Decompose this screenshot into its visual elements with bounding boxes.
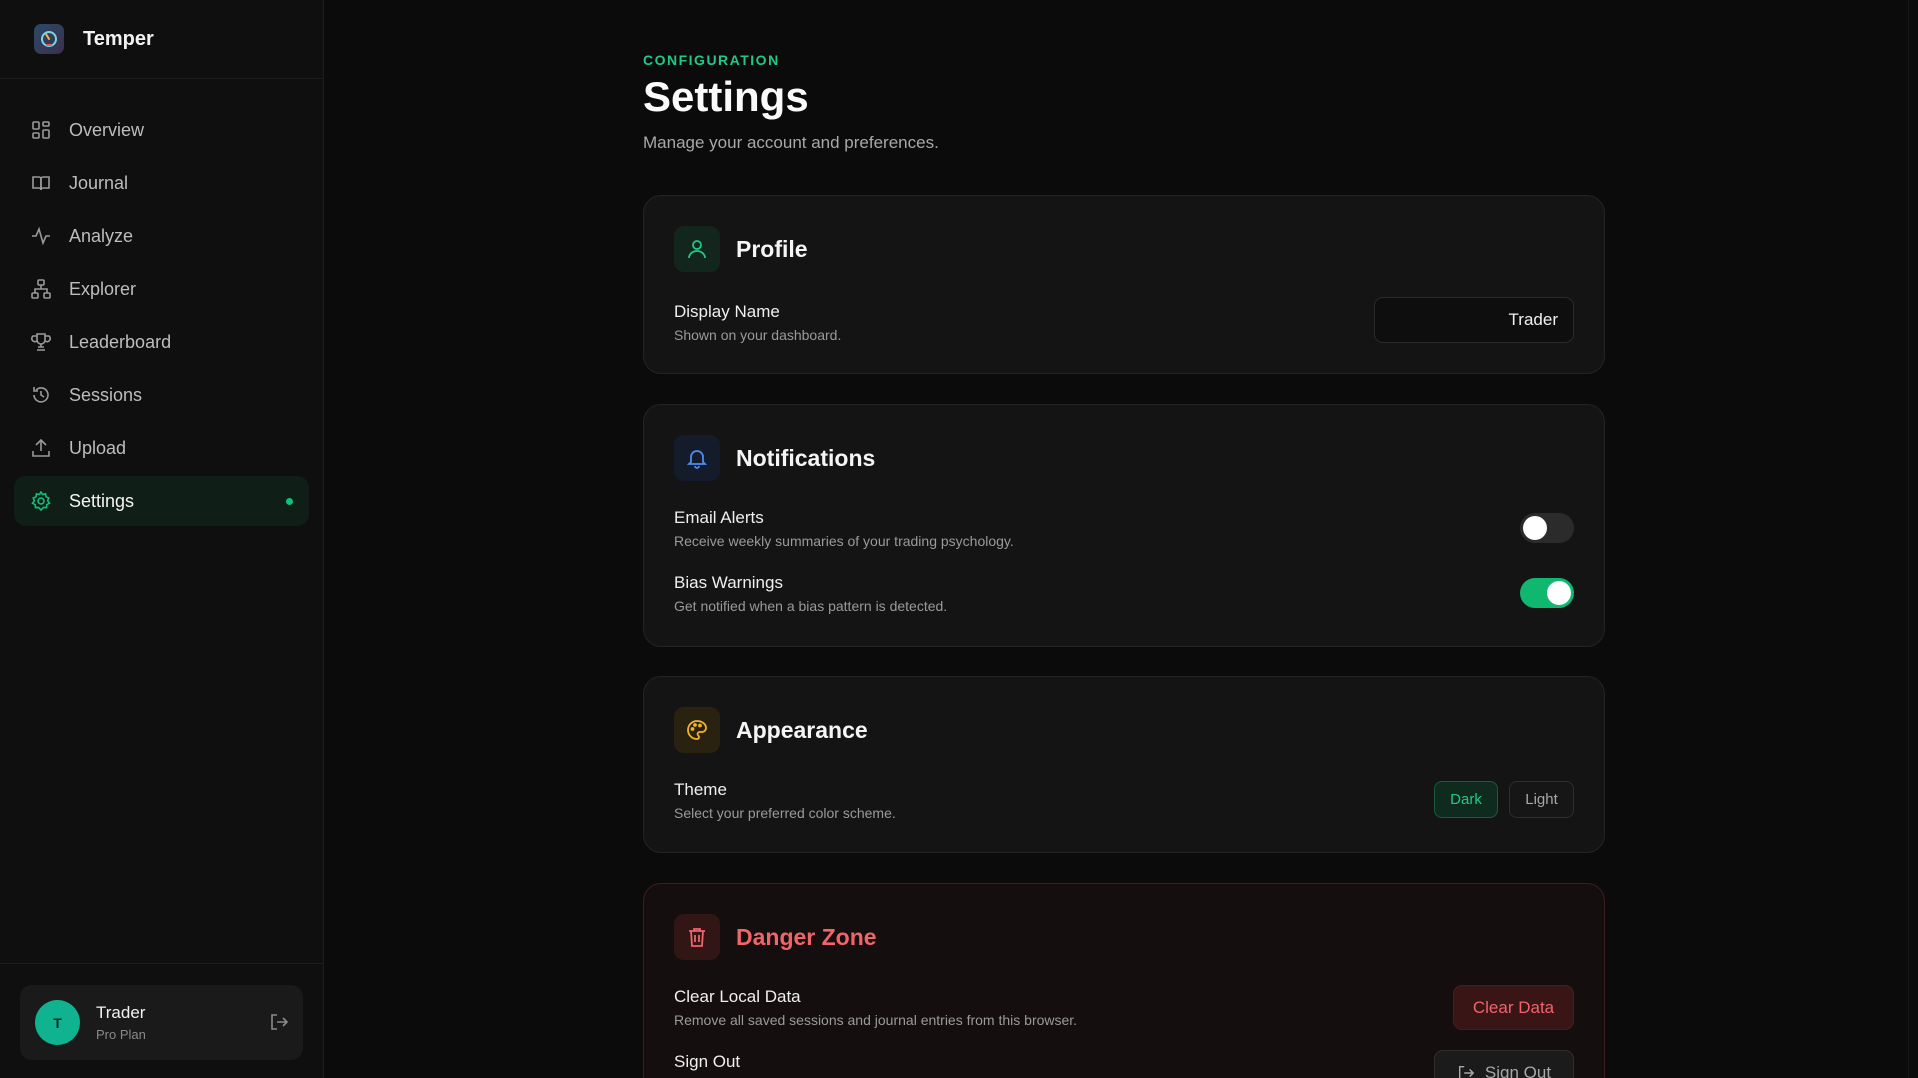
toggle-knob [1547, 581, 1571, 605]
bell-icon [674, 435, 720, 481]
user-card[interactable]: T Trader Pro Plan [20, 985, 303, 1060]
upload-icon [30, 437, 52, 459]
trash-icon [674, 914, 720, 960]
appearance-card: Appearance Theme Select your preferred c… [643, 676, 1605, 853]
danger-zone-card: Danger Zone Clear Local Data Remove all … [643, 883, 1605, 1078]
user-icon [674, 226, 720, 272]
sidebar-item-upload[interactable]: Upload [14, 423, 309, 473]
page-title: Settings [643, 73, 809, 120]
sidebar-nav: Overview Journal Analyze Explorer Leader… [0, 79, 323, 526]
sidebar-item-explorer[interactable]: Explorer [14, 264, 309, 314]
clear-data-button[interactable]: Clear Data [1453, 985, 1574, 1030]
gear-icon [30, 490, 52, 512]
email-alerts-desc: Receive weekly summaries of your trading… [674, 533, 1014, 549]
clear-data-row: Clear Local Data Remove all saved sessio… [674, 987, 1574, 1028]
sidebar-item-label: Journal [69, 172, 129, 193]
sidebar-item-journal[interactable]: Journal [14, 158, 309, 208]
toggle-knob [1523, 516, 1547, 540]
notifications-title: Notifications [736, 444, 876, 471]
sidebar-footer: T Trader Pro Plan [0, 963, 323, 1078]
temper-logo-icon [34, 24, 64, 54]
sidebar-item-label: Sessions [69, 384, 143, 405]
sidebar: Temper Overview Journal Analyze Explorer… [0, 0, 324, 1078]
clear-data-desc: Remove all saved sessions and journal en… [674, 1012, 1078, 1028]
user-plan: Pro Plan [96, 1027, 146, 1042]
display-name-input[interactable] [1374, 297, 1574, 343]
sidebar-item-label: Explorer [69, 278, 137, 299]
sidebar-item-leaderboard[interactable]: Leaderboard [14, 317, 309, 367]
sidebar-item-analyze[interactable]: Analyze [14, 211, 309, 261]
book-icon [30, 172, 52, 194]
avatar: T [35, 1000, 80, 1045]
bias-warnings-row: Bias Warnings Get notified when a bias p… [674, 573, 1574, 614]
scrollbar[interactable] [1908, 0, 1918, 1078]
active-indicator [286, 497, 293, 505]
sidebar-item-settings[interactable]: Settings [14, 476, 309, 526]
theme-light-button[interactable]: Light [1509, 781, 1574, 818]
logout-icon [1458, 1065, 1475, 1078]
bias-warnings-label: Bias Warnings [674, 573, 783, 592]
sidebar-item-overview[interactable]: Overview [14, 105, 309, 155]
user-name: Trader [96, 1003, 146, 1022]
sidebar-item-label: Leaderboard [69, 331, 172, 352]
page-subtitle: Manage your account and preferences. [643, 133, 939, 152]
theme-dark-button[interactable]: Dark [1434, 781, 1498, 818]
profile-title: Profile [736, 235, 808, 262]
sidebar-item-label: Upload [69, 437, 127, 458]
danger-zone-title: Danger Zone [736, 923, 877, 950]
clear-data-label: Clear Local Data [674, 987, 801, 1006]
email-alerts-label: Email Alerts [674, 508, 764, 527]
profile-card: Profile Display Name Shown on your dashb… [643, 195, 1605, 374]
notifications-card: Notifications Email Alerts Receive weekl… [643, 404, 1605, 647]
palette-icon [674, 707, 720, 753]
sidebar-item-sessions[interactable]: Sessions [14, 370, 309, 420]
network-icon [30, 278, 52, 300]
sidebar-item-label: Settings [69, 490, 135, 511]
activity-icon [30, 225, 52, 247]
appearance-title: Appearance [736, 716, 868, 743]
trophy-icon [30, 331, 52, 353]
section-eyebrow: CONFIGURATION [643, 52, 780, 68]
history-icon [30, 384, 52, 406]
brand[interactable]: Temper [0, 0, 323, 79]
grid-icon [30, 119, 52, 141]
bias-warnings-desc: Get notified when a bias pattern is dete… [674, 598, 948, 614]
bias-warnings-toggle[interactable] [1520, 578, 1574, 608]
sidebar-item-label: Overview [69, 119, 145, 140]
sign-out-button[interactable]: Sign Out [1434, 1050, 1574, 1078]
email-alerts-row: Email Alerts Receive weekly summaries of… [674, 508, 1574, 549]
sidebar-item-label: Analyze [69, 225, 134, 246]
logout-icon[interactable] [269, 1012, 289, 1037]
email-alerts-toggle[interactable] [1520, 513, 1574, 543]
sign-out-button-label: Sign Out [1484, 1062, 1552, 1078]
brand-name: Temper [83, 27, 154, 50]
